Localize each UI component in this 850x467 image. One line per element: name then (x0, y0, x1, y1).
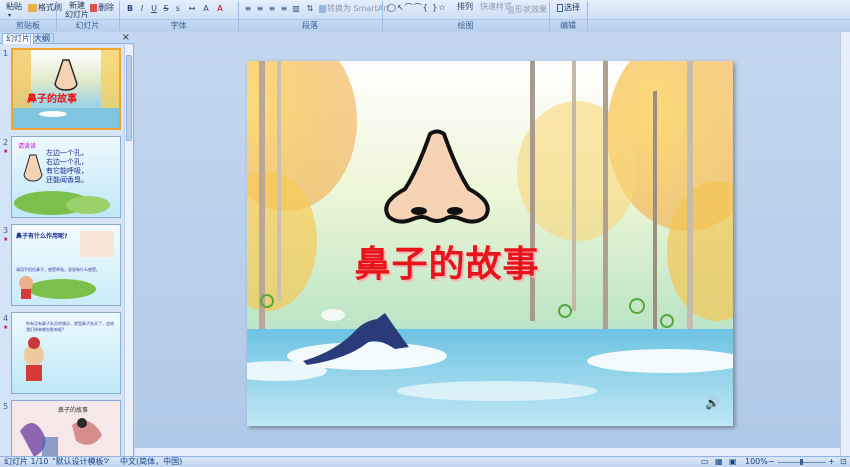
animation-star-icon: ★ (3, 236, 9, 243)
slide-thumbnail-2[interactable]: 请读读 左边一个孔， 右边一个孔， 有它能呼吸， 还能闻香臭。 (11, 136, 121, 218)
smartart-icon (319, 4, 326, 13)
status-bar: 幻灯片 1/10 "默认设计模板" ✓ 中文(简体，中国) ▭ ▦ ▣ 100%… (0, 456, 850, 467)
spellcheck-icon[interactable]: ✓ (104, 457, 111, 467)
italic-icon[interactable]: I (137, 4, 147, 14)
slide-thumbnail-1[interactable]: 鼻子的故事 (11, 48, 121, 130)
columns-icon[interactable]: ▥ (291, 4, 301, 14)
slide-title[interactable]: 鼻子的故事 (312, 235, 582, 287)
zoom-in-icon[interactable]: + (828, 457, 835, 467)
slide-thumbnail-3[interactable]: 鼻子有什么作用呢? 请用手捂住鼻子，感受呼吸，说说有什么感受。 (11, 224, 121, 306)
select-button[interactable]: 选择 (557, 3, 580, 12)
group-divider (56, 1, 57, 31)
delete-slide-button[interactable]: 删除 (90, 3, 114, 12)
slide-4-art (24, 337, 44, 381)
text-direction-icon[interactable]: ⇅ (305, 4, 315, 14)
group-divider (238, 1, 239, 31)
speaker-icon[interactable]: 🔊 (705, 396, 720, 410)
current-slide[interactable]: 鼻子的故事 🔊 (247, 61, 733, 426)
theme-name: "默认设计模板" (52, 457, 108, 466)
group-divider (549, 1, 550, 31)
slide-thumbnail-5[interactable]: 鼻子的故事 (11, 400, 121, 456)
arrange-button[interactable]: 排列 (457, 2, 473, 11)
slides-panel: 幻灯片 大纲 × 1 鼻子的故事 2 ★ 请读读 左边一个孔， 右边一个孔， 有… (0, 32, 134, 456)
slide-1-thumb-title: 鼻子的故事 (27, 94, 77, 105)
animation-star-icon: ★ (3, 324, 9, 331)
select-label: 选择 (564, 3, 580, 12)
new-slide-label: 新建 幻灯片 (65, 1, 89, 19)
shadow-icon[interactable]: s (173, 4, 183, 14)
group-divider (587, 1, 588, 31)
zoom-out-icon[interactable]: − (768, 457, 775, 467)
panel-scrollbar[interactable] (124, 45, 133, 456)
shape-effects-label: 形状效果 (515, 5, 547, 14)
slide-count: 幻灯片 1/10 (4, 457, 49, 466)
fit-window-icon[interactable]: ⊡ (840, 457, 847, 467)
slide-number: 2 (3, 138, 9, 147)
strikethrough-icon[interactable]: S (161, 4, 171, 14)
paste-button[interactable]: 粘贴 (6, 2, 22, 11)
shape-effects-icon (508, 5, 514, 14)
select-icon (557, 3, 563, 12)
align-right-icon[interactable]: ≡ (267, 4, 277, 14)
convert-smartart-button[interactable]: 转换为 SmartArt (319, 4, 390, 13)
font-color-icon[interactable]: A (215, 4, 225, 14)
paste-label: 粘贴 (6, 2, 22, 11)
slide-1-art (13, 50, 119, 128)
shapes-gallery[interactable]: ◯↖⌒⌒{ }☆ (387, 3, 447, 12)
group-label-paragraph: 段落 (302, 21, 318, 30)
arrange-label: 排列 (457, 2, 473, 11)
panel-scrollbar-thumb[interactable] (126, 55, 132, 141)
group-label-clipboard: 剪贴板 (16, 21, 40, 30)
slide-number: 1 (3, 49, 9, 58)
format-painter-label: 格式刷 (38, 3, 62, 12)
brush-icon (28, 3, 37, 12)
zoom-level[interactable]: 100% (745, 457, 768, 467)
group-label-font: 字体 (170, 21, 187, 30)
group-label-editing: 编辑 (560, 21, 576, 30)
new-slide-button[interactable]: 新建 幻灯片 (64, 1, 90, 19)
slide-2-line: 右边一个孔， (46, 158, 88, 166)
char-spacing-icon[interactable]: ↔ (187, 4, 197, 14)
group-divider (382, 1, 383, 31)
group-divider (119, 1, 120, 31)
bold-icon[interactable]: B (125, 4, 135, 14)
slide-edit-area: 鼻子的故事 🔊 (135, 32, 840, 456)
slideshow-icon[interactable]: ▣ (729, 457, 737, 467)
align-left-icon[interactable]: ≡ (243, 4, 253, 14)
tab-outline[interactable]: 大纲 (30, 33, 54, 44)
shape-effects-button[interactable]: 形状效果 (508, 5, 547, 14)
slide-thumbnail-list: 1 鼻子的故事 2 ★ 请读读 左边一个孔， 右边一个孔， 有它能呼吸， 还能闻… (0, 45, 124, 456)
change-case-icon[interactable]: A (201, 4, 211, 14)
slide-3-art (19, 231, 114, 299)
convert-smartart-label: 转换为 SmartArt (327, 4, 390, 13)
animation-star-icon: ★ (3, 148, 9, 155)
horizontal-scrollbar[interactable] (135, 448, 840, 456)
slide-5-art (20, 418, 102, 456)
ribbon: 粘贴 ▾ 格式刷 新建 幻灯片 删除 B I U S s ↔ A A ≡ ≡ ≡… (0, 0, 850, 31)
ribbon-group-labels: 剪贴板 幻灯片 字体 段落 绘图 编辑 (0, 19, 850, 31)
slide-2-text: 左边一个孔， 右边一个孔， 有它能呼吸， 还能闻香臭。 (46, 149, 88, 185)
delete-icon (90, 3, 97, 12)
slide-sorter-icon[interactable]: ▦ (715, 457, 723, 467)
slide-2-line: 有它能呼吸， (46, 167, 88, 175)
justify-icon[interactable]: ≡ (279, 4, 289, 14)
vertical-scrollbar[interactable] (840, 32, 850, 456)
slide-number: 5 (3, 402, 9, 411)
group-label-slides: 幻灯片 (75, 21, 100, 30)
slide-number: 4 (3, 314, 9, 323)
close-icon[interactable]: × (122, 32, 130, 43)
normal-view-icon[interactable]: ▭ (701, 457, 709, 467)
slide-number: 3 (3, 226, 9, 235)
language[interactable]: 中文(简体，中国) (120, 457, 182, 467)
zoom-slider-handle[interactable] (800, 459, 803, 465)
group-label-drawing: 绘图 (457, 21, 474, 30)
slide-2-line: 还能闻香臭。 (46, 176, 88, 184)
slide-2-line: 左边一个孔， (46, 149, 88, 157)
panel-tabs: 幻灯片 大纲 × (0, 32, 134, 44)
slide-thumbnail-4[interactable]: 你有没有鼻子失灵的情况，就是鼻子失灵了，会给我们带来哪些影响呢? (11, 312, 121, 394)
delete-label: 删除 (98, 3, 114, 12)
align-center-icon[interactable]: ≡ (255, 4, 265, 14)
underline-icon[interactable]: U (149, 4, 159, 14)
